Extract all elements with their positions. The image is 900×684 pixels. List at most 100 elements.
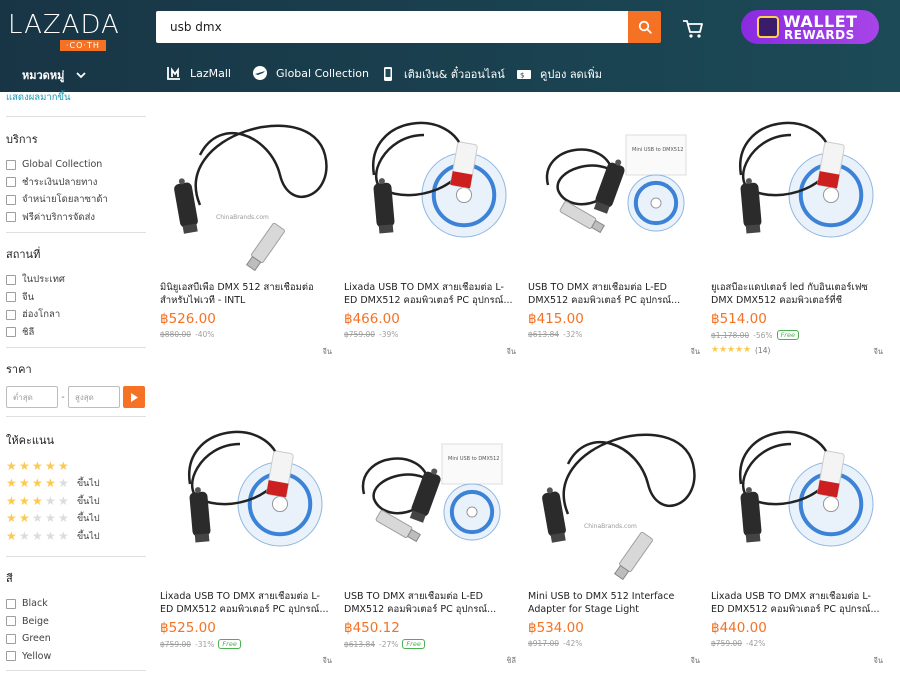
product-image-link[interactable]: ChinaBrands.com (160, 95, 338, 272)
rating-filter: ให้คะแนน ★ ★ ★ ★ ★ ★ ★ ★ ★ ★ ขึ้นไป ★ ★ ★ ★ ★ ขึ้นไป ★ ★ ★ ★… (6, 431, 146, 545)
checkbox[interactable] (6, 309, 16, 320)
free-shipping-badge: Free (218, 639, 241, 649)
location-option[interactable]: จีน (6, 289, 146, 307)
max-price-input[interactable]: สูงสุด (68, 386, 120, 408)
star-icon: ★ (32, 458, 43, 473)
product-image-link[interactable]: Mini USB to DMX512 (528, 95, 706, 271)
checkbox[interactable] (6, 194, 16, 205)
color-option[interactable]: Black (6, 595, 146, 613)
product-price: ฿526.00 (160, 311, 216, 327)
nav-label: เติมเงิน& ตั๋วออนไลน์ (404, 68, 505, 81)
product-price: ฿514.00 (711, 311, 767, 327)
seller-location: จีน (690, 347, 700, 356)
product-title[interactable]: Lixada USB TO DMX สายเชื่อมต่อ L-ED DMX5… (344, 282, 514, 308)
chevron-down-icon (76, 69, 86, 82)
product-image-link[interactable]: Mini USB to DMX512 (344, 404, 522, 580)
product-title[interactable]: Mini USB to DMX 512 Interface Adapter fo… (528, 591, 698, 617)
option-label: ในประเทศ (22, 274, 65, 286)
checkbox[interactable] (6, 292, 16, 303)
checkbox[interactable] (6, 327, 16, 338)
cart-button[interactable] (681, 18, 705, 40)
seller-location: จีน (690, 656, 700, 665)
rating-option[interactable]: ★ ★ ★ ★ ★ ขึ้นไป (6, 492, 146, 510)
product-title[interactable]: USB TO DMX สายเชื่อมต่อ L-ED DMX512 คอมพ… (344, 591, 514, 617)
rating-title: ให้คะแนน (6, 434, 55, 447)
nav-topup[interactable]: เติมเงิน& ตั๋วออนไลน์ (380, 65, 505, 83)
price-meta: ฿759.00 -39% (344, 330, 398, 339)
apply-price-button[interactable] (123, 386, 145, 408)
product-image-link[interactable]: ChinaBrands.com (528, 404, 706, 581)
checkbox[interactable] (6, 633, 16, 644)
nav-global-collection[interactable]: Global Collection (252, 65, 369, 81)
star-icon: ★ (19, 493, 30, 508)
discount-percent: -31% (195, 639, 215, 649)
logo-domain: ·CO·TH (60, 40, 106, 51)
range-dash: - (61, 391, 65, 403)
nav-lazmall[interactable]: LazMall (166, 65, 231, 81)
product-card[interactable]: ChinaBrands.com มินิยูเอสบีเพื่อ DMX 512 … (160, 95, 338, 375)
checkbox[interactable] (6, 598, 16, 609)
lazada-logo[interactable]: LAZADA ·CO·TH (8, 12, 120, 51)
checkbox[interactable] (6, 651, 16, 662)
product-image-link[interactable] (160, 404, 338, 580)
seller-location: จีน (873, 656, 883, 665)
option-label: Yellow (22, 650, 52, 662)
color-option[interactable]: Yellow (6, 648, 146, 666)
product-image-link[interactable] (711, 95, 889, 271)
rating-option[interactable]: ★ ★ ★ ★ ★ ขึ้นไป (6, 527, 146, 545)
discount-percent: -42% (563, 639, 583, 648)
categories-menu[interactable]: หมวดหมู่ (22, 66, 86, 84)
product-card[interactable]: Mini USB to DMX512 USB TO DMX สายเชื่อมต… (528, 95, 706, 375)
free-shipping-badge: Free (776, 330, 799, 340)
product-card[interactable]: Mini USB to DMX512 USB TO DMX สายเชื่อมต… (344, 404, 522, 684)
product-title[interactable]: Lixada USB TO DMX สายเชื่อมต่อ L-ED DMX5… (711, 591, 881, 617)
product-card[interactable]: ยูเอสบีอะแดปเตอร์ led กับอินเตอร์เฟซ DMX… (711, 95, 889, 375)
checkbox[interactable] (6, 159, 16, 170)
product-image-link[interactable] (711, 404, 889, 580)
nav-coupons[interactable]: $ คูปอง ลดเพิ่ม (516, 65, 602, 83)
service-option[interactable]: ฟรีค่าบริการจัดส่ง (6, 209, 146, 227)
top-nav: หมวดหมู่ LazMall Global Collection เติมเ… (0, 60, 900, 86)
location-option[interactable]: ในประเทศ (6, 271, 146, 289)
checkbox[interactable] (6, 274, 16, 285)
checkbox[interactable] (6, 616, 16, 627)
price-meta: ฿880.00 -40% (160, 330, 214, 339)
product-title[interactable]: USB TO DMX สายเชื่อมต่อ L-ED DMX512 คอมพ… (528, 282, 698, 308)
product-card[interactable]: Lixada USB TO DMX สายเชื่อมต่อ L-ED DMX5… (711, 404, 889, 684)
product-price: ฿415.00 (528, 311, 584, 327)
svg-text:ChinaBrands.com: ChinaBrands.com (216, 214, 269, 221)
discount-percent: -39% (379, 330, 399, 339)
color-option[interactable]: Beige (6, 613, 146, 631)
star-icon: ★ (6, 476, 17, 491)
rating-label: ขึ้นไป (77, 496, 100, 507)
product-card[interactable]: Lixada USB TO DMX สายเชื่อมต่อ L-ED DMX5… (160, 404, 338, 684)
min-price-input[interactable]: ต่ำสุด (6, 386, 58, 408)
checkbox[interactable] (6, 212, 16, 223)
original-price: ฿613.84 (528, 330, 560, 339)
product-title[interactable]: Lixada USB TO DMX สายเชื่อมต่อ L-ED DMX5… (160, 591, 330, 617)
location-option[interactable]: ชิลี (6, 324, 146, 342)
price-meta: ฿759.00 -31% Free (160, 639, 241, 649)
rating-option[interactable]: ★ ★ ★ ★ ★ ขึ้นไป (6, 475, 146, 493)
color-option[interactable]: Green (6, 630, 146, 648)
search-input[interactable] (156, 11, 628, 43)
product-card[interactable]: Lixada USB TO DMX สายเชื่อมต่อ L-ED DMX5… (344, 95, 522, 375)
show-more-link[interactable]: แสดงผลมากขึ้น (6, 90, 70, 105)
checkbox[interactable] (6, 177, 16, 188)
product-image-link[interactable] (344, 95, 522, 271)
price-meta: ฿759.00 -42% (711, 639, 765, 648)
product-price: ฿466.00 (344, 311, 400, 327)
search-button[interactable] (628, 11, 661, 43)
rating-option[interactable]: ★ ★ ★ ★ ★ (6, 457, 146, 475)
product-card[interactable]: ChinaBrands.com Mini USB to DMX 512 Inter… (528, 404, 706, 684)
location-option[interactable]: ฮ่องโกลา (6, 306, 146, 324)
star-icon: ★ (6, 511, 17, 526)
service-option[interactable]: จำหน่ายโดยลาซาด้า (6, 191, 146, 209)
service-option[interactable]: ชำระเงินปลายทาง (6, 174, 146, 192)
rating-option[interactable]: ★ ★ ★ ★ ★ ขึ้นไป (6, 510, 146, 528)
product-title[interactable]: ยูเอสบีอะแดปเตอร์ led กับอินเตอร์เฟซ DMX… (711, 282, 881, 308)
service-option[interactable]: Global Collection (6, 156, 146, 174)
wallet-rewards-banner[interactable]: WALLET REWARDS (741, 10, 879, 44)
option-label: จีน (22, 291, 35, 303)
product-title[interactable]: มินิยูเอสบีเพื่อ DMX 512 สายเชื่อมต่อสำห… (160, 282, 330, 308)
